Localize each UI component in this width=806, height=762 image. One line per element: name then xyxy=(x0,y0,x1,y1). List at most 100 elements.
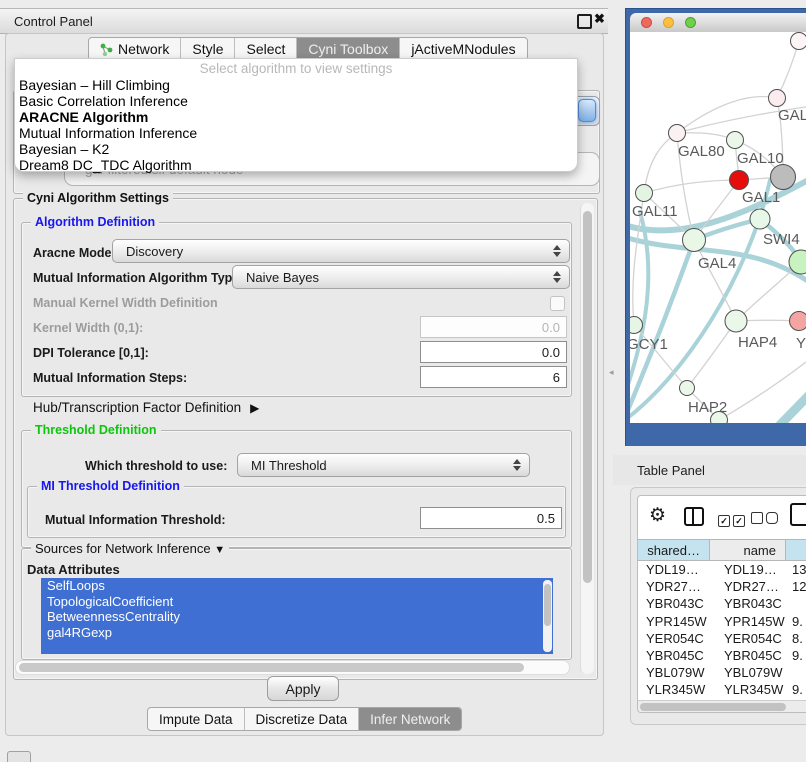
network-window-titlebar[interactable] xyxy=(630,13,806,33)
table-cell: YPR145W xyxy=(638,614,710,629)
attribute-item[interactable]: gal4RGexp xyxy=(41,625,553,641)
network-node-y[interactable] xyxy=(790,312,806,331)
sources-title-text: Sources for Network Inference xyxy=(35,541,211,556)
attributes-list-scrollbar[interactable] xyxy=(543,580,552,652)
sources-group-title[interactable]: Sources for Network Inference ▼ xyxy=(31,541,229,556)
network-edge[interactable] xyxy=(644,133,677,193)
attribute-item[interactable]: BetweennessCentrality xyxy=(41,609,553,625)
tab-network[interactable]: Network xyxy=(89,38,180,60)
data-attributes-list[interactable]: SelfLoopsTopologicalCoefficientBetweenne… xyxy=(41,578,553,654)
which-threshold-combo[interactable]: MI Threshold xyxy=(237,453,530,477)
checked-boxes-icon[interactable]: ✓✓ xyxy=(718,511,748,529)
network-node-hap4[interactable] xyxy=(725,310,747,332)
table-cell: 9. xyxy=(786,614,806,629)
mi-threshold-group-title: MI Threshold Definition xyxy=(37,479,184,493)
tab-cyni-toolbox[interactable]: Cyni Toolbox xyxy=(296,38,399,60)
control-panel-titlebar: Control Panel xyxy=(0,8,608,34)
kernel-width-value: 0.0 xyxy=(542,320,560,335)
table-row[interactable]: YBL079WYBL079W xyxy=(638,664,806,681)
mi-type-combo[interactable]: Naive Bayes xyxy=(232,265,570,289)
network-edge[interactable] xyxy=(738,392,806,423)
network-edge[interactable] xyxy=(736,262,801,321)
dropdown-item[interactable]: Bayesian – K2 xyxy=(15,141,577,157)
network-node-gal10[interactable] xyxy=(727,132,744,149)
mi-threshold-field[interactable]: 0.5 xyxy=(420,507,562,529)
network-node-label: HAP2 xyxy=(688,399,727,416)
gear-icon[interactable]: ⚙ xyxy=(649,504,666,527)
threshold-group-title: Threshold Definition xyxy=(31,423,161,437)
minimize-window-icon[interactable] xyxy=(663,17,674,28)
table-row[interactable]: YLR345WYLR345W9. xyxy=(638,681,806,698)
close-panel-icon[interactable]: ✖ xyxy=(594,11,605,27)
bottom-tab-infer-network[interactable]: Infer Network xyxy=(358,708,461,730)
unchecked-boxes-icon[interactable] xyxy=(751,511,781,529)
combo-stepper-focused[interactable] xyxy=(578,99,596,122)
hub-section-toggle[interactable]: Hub/Transcription Factor Definition ▶ xyxy=(33,400,259,415)
settings-horizontal-scrollbar[interactable] xyxy=(15,660,570,675)
tab-label: Style xyxy=(192,41,223,57)
table-row[interactable]: YPR145WYPR145W9. xyxy=(638,613,806,630)
apply-button-label: Apply xyxy=(285,681,320,697)
manual-kernel-checkbox[interactable] xyxy=(550,296,565,311)
network-node[interactable] xyxy=(771,165,796,190)
table-row[interactable]: YER054CYER054C8. xyxy=(638,630,806,647)
float-panel-icon[interactable] xyxy=(577,14,592,29)
table-icon[interactable] xyxy=(790,503,806,526)
bottom-tab-discretize-data[interactable]: Discretize Data xyxy=(244,708,359,730)
network-node-gal11[interactable] xyxy=(636,185,653,202)
network-node-label: Y xyxy=(796,335,806,352)
settings-horizontal-scrollbar-thumb[interactable] xyxy=(19,663,524,672)
network-node-gcy1[interactable] xyxy=(630,317,643,334)
column-header-partial[interactable] xyxy=(786,539,806,561)
maximize-window-icon[interactable] xyxy=(685,17,696,28)
collapsed-panel-button[interactable] xyxy=(7,751,31,762)
settings-vertical-scrollbar[interactable] xyxy=(580,203,594,674)
network-node-hap2[interactable] xyxy=(680,381,695,396)
attribute-item[interactable]: SelfLoops xyxy=(41,578,553,594)
tab-style[interactable]: Style xyxy=(180,38,234,60)
tab-select[interactable]: Select xyxy=(234,38,296,60)
table-row[interactable]: YBR045CYBR045C9. xyxy=(638,647,806,664)
table-horizontal-scrollbar-thumb[interactable] xyxy=(640,703,786,711)
settings-vertical-scrollbar-thumb[interactable] xyxy=(583,211,592,583)
table-horizontal-scrollbar[interactable] xyxy=(638,700,806,713)
mi-type-label: Mutual Information Algorithm Type: xyxy=(33,271,243,285)
network-edge[interactable] xyxy=(777,41,799,98)
aracne-mode-combo[interactable]: Discovery xyxy=(112,239,570,263)
table-cell: 9. xyxy=(786,682,806,697)
column-header-shared…[interactable]: shared… xyxy=(638,539,710,561)
table-row[interactable]: YBR043CYBR043C xyxy=(638,595,806,612)
network-edge[interactable] xyxy=(677,96,777,133)
dropdown-item[interactable]: Dream8 DC_TDC Algorithm xyxy=(15,157,577,173)
attributes-list-scrollbar-thumb[interactable] xyxy=(544,584,551,626)
apply-button[interactable]: Apply xyxy=(267,676,339,701)
mi-steps-field[interactable]: 6 xyxy=(420,366,567,388)
which-threshold-label: Which threshold to use: xyxy=(85,459,227,473)
network-edge[interactable] xyxy=(644,180,739,193)
panel-divider-handle[interactable]: ◂ xyxy=(609,366,615,378)
bottom-tab-impute-data[interactable]: Impute Data xyxy=(148,708,244,730)
split-columns-icon[interactable] xyxy=(684,507,704,526)
table-row[interactable]: YDR27…YDR27…12 xyxy=(638,578,806,595)
network-node-gal80[interactable] xyxy=(669,125,686,142)
network-node-gal4[interactable] xyxy=(683,229,706,252)
column-header-name[interactable]: name xyxy=(710,539,786,561)
network-node[interactable] xyxy=(791,33,806,50)
dropdown-item[interactable]: ARACNE Algorithm xyxy=(15,109,577,125)
tab-jactivemnodules[interactable]: jActiveMNodules xyxy=(399,38,526,60)
mi-type-value: Naive Bayes xyxy=(246,270,319,285)
dropdown-item[interactable]: Bayesian – Hill Climbing xyxy=(15,77,577,93)
attribute-item[interactable]: TopologicalCoefficient xyxy=(41,594,553,610)
dpi-tolerance-field[interactable]: 0.0 xyxy=(420,341,567,363)
network-node-swi4[interactable] xyxy=(750,209,770,229)
close-window-icon[interactable] xyxy=(641,17,652,28)
mi-threshold-label: Mutual Information Threshold: xyxy=(45,513,226,527)
network-node-gal1[interactable] xyxy=(730,171,749,190)
dropdown-item[interactable]: Mutual Information Inference xyxy=(15,125,577,141)
network-edge[interactable] xyxy=(687,321,736,388)
table-row[interactable]: YDL19…YDL19…13 xyxy=(638,561,806,578)
network-canvas[interactable]: GALGAL80GAL10GAL1GAL11SWI4GAL4GCY1HAP4YH… xyxy=(630,32,806,423)
dropdown-item[interactable]: Basic Correlation Inference xyxy=(15,93,577,109)
kernel-width-field[interactable]: 0.0 xyxy=(420,316,567,338)
network-node-gal[interactable] xyxy=(769,90,786,107)
